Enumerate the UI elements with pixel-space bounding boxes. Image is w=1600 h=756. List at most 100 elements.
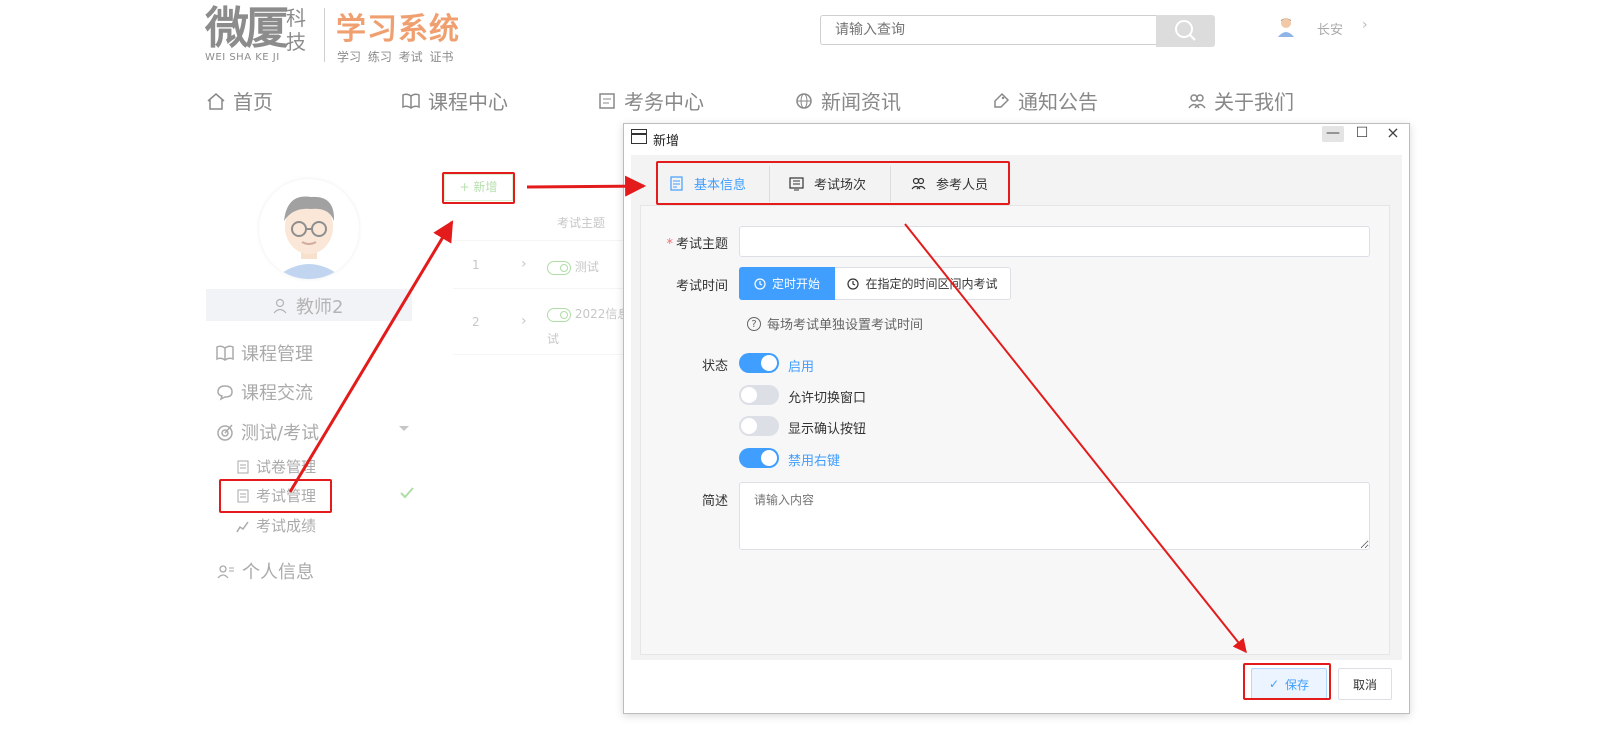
close-button[interactable]: × xyxy=(1382,125,1404,142)
highlight-exam-manage xyxy=(219,479,332,513)
globe-icon xyxy=(796,92,812,109)
row-index: 1 xyxy=(472,258,480,272)
search-icon xyxy=(1175,20,1196,41)
system-title: 学习系统 xyxy=(336,12,460,47)
nav-label: 首页 xyxy=(233,90,273,114)
nav-label: 考务中心 xyxy=(624,90,704,114)
menu-course-chat[interactable]: 课程交流 xyxy=(215,379,313,405)
expand-chevron-icon[interactable]: › xyxy=(521,313,527,329)
submenu-label: 考试成绩 xyxy=(256,517,317,535)
enable-switch[interactable] xyxy=(739,353,779,373)
highlight-add-button xyxy=(442,172,515,204)
expand-chevron-icon[interactable]: › xyxy=(521,256,527,272)
logo-mark: 微厦 xyxy=(205,3,289,54)
time-hint: ? 每场考试单独设置考试时间 xyxy=(747,314,923,333)
nav-label: 通知公告 xyxy=(1018,90,1098,114)
menu-tests[interactable]: 测试/考试 xyxy=(215,419,319,445)
topic-label: * 考试主题 xyxy=(650,233,728,252)
topic-input[interactable] xyxy=(739,226,1370,257)
cancel-button[interactable]: 取消 xyxy=(1338,668,1392,700)
users-icon xyxy=(1188,93,1206,108)
question-icon: ? xyxy=(747,316,761,331)
nav-home[interactable]: 首页 xyxy=(205,86,273,115)
time-label: 考试时间 xyxy=(675,279,728,294)
time-range-option[interactable]: 在指定的时间区间内考试 xyxy=(835,267,1011,300)
row-index: 2 xyxy=(472,315,480,329)
document-icon xyxy=(599,92,615,109)
id-card-icon xyxy=(217,565,234,579)
disable-right-click-label: 禁用右键 xyxy=(788,454,841,469)
description-textarea[interactable] xyxy=(739,482,1370,550)
menu-label: 课程交流 xyxy=(241,383,313,404)
nav-label: 关于我们 xyxy=(1214,90,1294,114)
row-title: 2022信息 xyxy=(574,307,630,321)
logo-side-text: 科技 xyxy=(286,6,306,54)
menu-label: 个人信息 xyxy=(242,562,314,583)
show-confirm-label: 显示确认按钮 xyxy=(788,422,867,437)
row-title-wrap: 试 xyxy=(547,332,560,346)
desc-label: 简述 xyxy=(701,494,728,509)
user-icon xyxy=(273,298,287,314)
row-divider xyxy=(453,288,623,289)
book-icon xyxy=(402,92,420,109)
nav-exams[interactable]: 考务中心 xyxy=(596,86,704,115)
table-row[interactable]: 2022信息 xyxy=(547,305,629,322)
enable-switch-label: 启用 xyxy=(788,360,815,375)
home-icon xyxy=(207,92,225,110)
allow-switch-window-switch[interactable] xyxy=(739,385,779,405)
chevron-down-icon[interactable] xyxy=(398,425,410,433)
user-name[interactable]: 长安 xyxy=(1317,19,1343,38)
search-button[interactable] xyxy=(1156,15,1215,47)
teacher-name: 教师2 xyxy=(272,293,343,319)
row-divider xyxy=(453,354,623,355)
maximize-button[interactable]: ☐ xyxy=(1351,126,1373,142)
required-mark: * xyxy=(666,237,673,252)
disable-right-click-switch[interactable] xyxy=(739,448,779,468)
chat-icon xyxy=(217,385,233,401)
row-divider xyxy=(453,240,623,241)
nav-courses[interactable]: 课程中心 xyxy=(400,86,508,115)
clock-icon xyxy=(847,277,860,290)
show-confirm-switch[interactable] xyxy=(739,416,779,436)
tag-icon xyxy=(994,92,1010,108)
nav-label: 新闻资讯 xyxy=(821,90,901,114)
toggle-icon[interactable] xyxy=(547,307,571,322)
target-icon xyxy=(217,424,233,441)
search-input[interactable] xyxy=(820,15,1156,45)
submenu-label: 试卷管理 xyxy=(256,458,317,476)
option-label: 在指定的时间区间内考试 xyxy=(865,277,998,291)
nav-news[interactable]: 新闻资讯 xyxy=(793,86,901,115)
submenu-paper-manage[interactable]: 试卷管理 xyxy=(236,456,316,477)
dialog-title: 新增 xyxy=(653,134,680,149)
window-icon xyxy=(631,129,647,144)
time-fixed-option[interactable]: 定时开始 xyxy=(739,267,835,300)
nav-label: 课程中心 xyxy=(428,90,508,114)
option-label: 定时开始 xyxy=(771,277,820,291)
highlight-tabs xyxy=(656,161,1010,205)
chevron-right-icon[interactable]: › xyxy=(1362,17,1368,33)
hint-text: 每场考试单独设置考试时间 xyxy=(767,318,924,333)
teacher-name-text: 教师2 xyxy=(296,297,344,318)
timer-icon xyxy=(754,277,766,290)
table-row[interactable]: 测试 xyxy=(547,258,599,275)
menu-personal-info[interactable]: 个人信息 xyxy=(216,558,314,584)
nav-about[interactable]: 关于我们 xyxy=(1186,86,1294,115)
user-avatar[interactable] xyxy=(1277,17,1295,37)
topic-label-text: 考试主题 xyxy=(675,237,728,252)
toggle-icon[interactable] xyxy=(547,260,571,275)
logo-english: WEI SHA KE JI xyxy=(205,52,280,63)
nav-notices[interactable]: 通知公告 xyxy=(990,86,1098,115)
teacher-avatar xyxy=(259,179,359,279)
submenu-exam-scores[interactable]: 考试成绩 xyxy=(236,515,316,536)
highlight-save-button xyxy=(1243,663,1331,700)
column-header-topic: 考试主题 xyxy=(557,216,606,230)
system-subtitle: 学习 练习 考试 证书 xyxy=(337,50,454,64)
minimize-button[interactable]: — xyxy=(1322,126,1344,142)
document-icon xyxy=(237,460,249,473)
chart-icon xyxy=(236,521,249,532)
book-icon xyxy=(216,345,234,361)
status-label: 状态 xyxy=(701,359,728,374)
menu-course-manage[interactable]: 课程管理 xyxy=(215,340,313,366)
menu-label: 课程管理 xyxy=(241,344,313,365)
logo-divider xyxy=(324,8,325,62)
